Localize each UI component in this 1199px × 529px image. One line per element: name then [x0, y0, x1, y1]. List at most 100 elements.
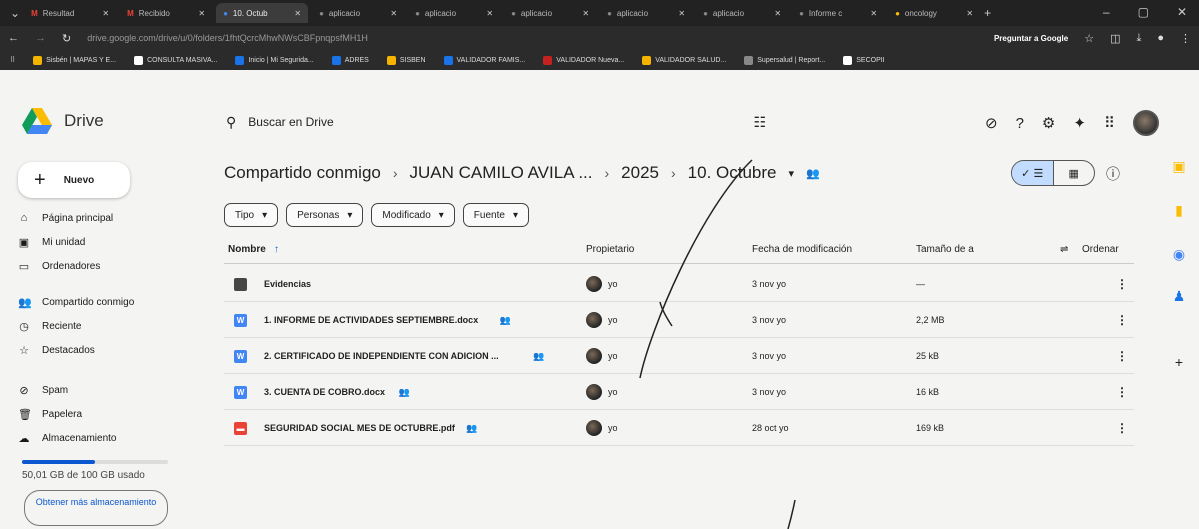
- file-name[interactable]: 3. CUENTA DE COBRO.docx: [264, 387, 385, 397]
- breadcrumb-year[interactable]: 2025: [621, 163, 659, 183]
- keep-icon[interactable]: ▮: [1170, 202, 1188, 219]
- help-icon[interactable]: ?: [1016, 115, 1024, 132]
- close-tab-icon[interactable]: ✕: [390, 9, 397, 18]
- column-size[interactable]: Tamaño de a: [916, 244, 974, 255]
- file-row[interactable]: Evidencias yo 3 nov yo — ⋮: [224, 268, 1134, 302]
- sidebar-item-star[interactable]: ☆ Destacados: [18, 344, 198, 357]
- apps-icon[interactable]: ⠿: [10, 56, 15, 64]
- list-view-button[interactable]: ✓ ☰: [1012, 161, 1054, 185]
- sidebar-item-home[interactable]: ⌂ Página principal: [18, 212, 198, 224]
- breadcrumb-current[interactable]: 10. Octubre: [688, 163, 777, 183]
- browser-tab[interactable]: ● aplicacio ✕: [696, 3, 788, 23]
- close-tab-icon[interactable]: ✕: [870, 9, 877, 18]
- bookmark-item[interactable]: Sisbén | MAPAS Y E...: [33, 55, 116, 65]
- sidebar-item-shared[interactable]: 👥 Compartido conmigo: [18, 296, 198, 309]
- sidebar-item-spam[interactable]: ⊘ Spam: [18, 384, 198, 397]
- bookmark-star-icon[interactable]: ☆: [1084, 32, 1094, 45]
- forward-icon[interactable]: →: [35, 32, 46, 44]
- profile-icon[interactable]: ●: [1157, 32, 1164, 44]
- breadcrumb-owner-folder[interactable]: JUAN CAMILO AVILA ...: [410, 163, 593, 183]
- browser-tab[interactable]: ● aplicacio ✕: [312, 3, 404, 23]
- browser-tab[interactable]: M Recibido ✕: [120, 3, 212, 23]
- search-icon[interactable]: ⚲: [226, 114, 236, 131]
- bookmark-item[interactable]: SISBEN: [386, 55, 426, 65]
- sort-button[interactable]: Ordenar: [1082, 244, 1119, 255]
- close-tab-icon[interactable]: ✕: [198, 9, 205, 18]
- url-field[interactable]: drive.google.com/drive/u/0/folders/1fhtQ…: [87, 33, 978, 43]
- account-avatar[interactable]: [1132, 110, 1159, 136]
- file-name[interactable]: 1. INFORME DE ACTIVIDADES SEPTIEMBRE.doc…: [264, 315, 478, 325]
- bookmark-item[interactable]: SECOPII: [843, 55, 885, 65]
- file-name[interactable]: SEGURIDAD SOCIAL MES DE OCTUBRE.pdf: [264, 423, 455, 433]
- browser-menu-icon[interactable]: ⋮: [1180, 32, 1191, 45]
- get-more-storage-button[interactable]: Obtener más almacenamiento: [24, 490, 168, 526]
- filter-chip[interactable]: Modificado ▾: [371, 203, 455, 227]
- browser-tab[interactable]: ● aplicacio ✕: [600, 3, 692, 23]
- bookmark-item[interactable]: VALIDADOR SALUD...: [642, 55, 726, 65]
- more-actions-icon[interactable]: ⋮: [1116, 421, 1128, 435]
- file-row[interactable]: W 1. INFORME DE ACTIVIDADES SEPTIEMBRE.d…: [224, 304, 1134, 338]
- google-apps-icon[interactable]: ⠿: [1104, 114, 1115, 132]
- extensions-icon[interactable]: ◫: [1110, 32, 1120, 45]
- bookmark-item[interactable]: CONSULTA MASIVA...: [134, 55, 217, 65]
- sidebar-item-computer[interactable]: ▭ Ordenadores: [18, 260, 198, 273]
- add-apps-icon[interactable]: +: [1170, 354, 1188, 370]
- filter-chip[interactable]: Tipo ▾: [224, 203, 279, 227]
- maximize-icon[interactable]: ▢: [1138, 5, 1149, 19]
- more-actions-icon[interactable]: ⋮: [1116, 277, 1128, 291]
- close-tab-icon[interactable]: ✕: [678, 9, 685, 18]
- column-modified[interactable]: Fecha de modificación: [752, 244, 852, 255]
- more-actions-icon[interactable]: ⋮: [1116, 385, 1128, 399]
- file-name[interactable]: 2. CERTIFICADO DE INDEPENDIENTE CON ADIC…: [264, 351, 499, 361]
- search-input[interactable]: Buscar en Drive: [248, 115, 333, 129]
- sort-icon[interactable]: ⇌: [1060, 244, 1068, 255]
- sort-arrow-icon[interactable]: ↑: [274, 244, 279, 255]
- new-button[interactable]: + Nuevo: [18, 162, 130, 198]
- column-owner[interactable]: Propietario: [586, 244, 634, 255]
- bookmark-item[interactable]: VALIDADOR FAMIS...: [443, 55, 525, 65]
- breadcrumb-shared[interactable]: Compartido conmigo: [224, 163, 381, 183]
- browser-tab[interactable]: ● 10. Octub ✕: [216, 3, 309, 23]
- more-actions-icon[interactable]: ⋮: [1116, 313, 1128, 327]
- filter-chip[interactable]: Fuente ▾: [462, 203, 529, 227]
- reload-icon[interactable]: ↻: [62, 32, 71, 45]
- column-name[interactable]: Nombre: [228, 244, 266, 255]
- offline-status-icon[interactable]: ⊘: [985, 114, 998, 132]
- browser-tab[interactable]: M Resultad ✕: [24, 3, 116, 23]
- new-tab-button[interactable]: +: [984, 6, 991, 20]
- bookmark-item[interactable]: Supersalud | Report...: [744, 55, 825, 65]
- close-tab-icon[interactable]: ✕: [102, 9, 109, 18]
- close-tab-icon[interactable]: ✕: [774, 9, 781, 18]
- close-tab-icon[interactable]: ✕: [966, 9, 973, 18]
- ask-google-button[interactable]: Preguntar a Google: [994, 34, 1068, 43]
- browser-tab[interactable]: ● oncology ✕: [888, 3, 980, 23]
- sidebar-item-trash[interactable]: 🗑 Papelera: [18, 408, 198, 421]
- more-actions-icon[interactable]: ⋮: [1116, 349, 1128, 363]
- drive-logo[interactable]: Drive: [22, 108, 104, 134]
- details-info-icon[interactable]: ⓘ: [1106, 164, 1120, 184]
- file-name[interactable]: Evidencias: [264, 279, 311, 289]
- browser-tab[interactable]: ● Informe c ✕: [792, 3, 884, 23]
- close-tab-icon[interactable]: ✕: [294, 9, 301, 18]
- back-icon[interactable]: ←: [8, 32, 19, 44]
- browser-tab[interactable]: ● aplicacio ✕: [408, 3, 500, 23]
- close-tab-icon[interactable]: ✕: [582, 9, 589, 18]
- bookmark-item[interactable]: VALIDADOR Nueva...: [543, 55, 624, 65]
- sidebar-item-clock[interactable]: ◷ Reciente: [18, 320, 198, 333]
- close-tab-icon[interactable]: ✕: [486, 9, 493, 18]
- close-window-icon[interactable]: ✕: [1177, 5, 1187, 19]
- filter-chip[interactable]: Personas ▾: [286, 203, 364, 227]
- download-icon[interactable]: ⤓: [1136, 32, 1141, 45]
- minimize-icon[interactable]: –: [1103, 5, 1110, 19]
- sidebar-item-cloud[interactable]: ☁ Almacenamiento: [18, 432, 198, 445]
- bookmark-item[interactable]: ADRES: [331, 55, 369, 65]
- tasks-icon[interactable]: ◉: [1170, 246, 1188, 263]
- search-options-icon[interactable]: ☷: [753, 114, 766, 131]
- calendar-icon[interactable]: ▣: [1170, 158, 1188, 175]
- tab-search-icon[interactable]: ⌄: [10, 6, 20, 20]
- file-row[interactable]: W 3. CUENTA DE COBRO.docx 👥 yo 3 nov yo …: [224, 376, 1134, 410]
- browser-tab[interactable]: ● aplicacio ✕: [504, 3, 596, 23]
- settings-icon[interactable]: ⚙: [1042, 114, 1055, 132]
- search-bar[interactable]: ⚲ Buscar en Drive ☷: [226, 106, 766, 138]
- file-row[interactable]: ▬ SEGURIDAD SOCIAL MES DE OCTUBRE.pdf 👥 …: [224, 412, 1134, 446]
